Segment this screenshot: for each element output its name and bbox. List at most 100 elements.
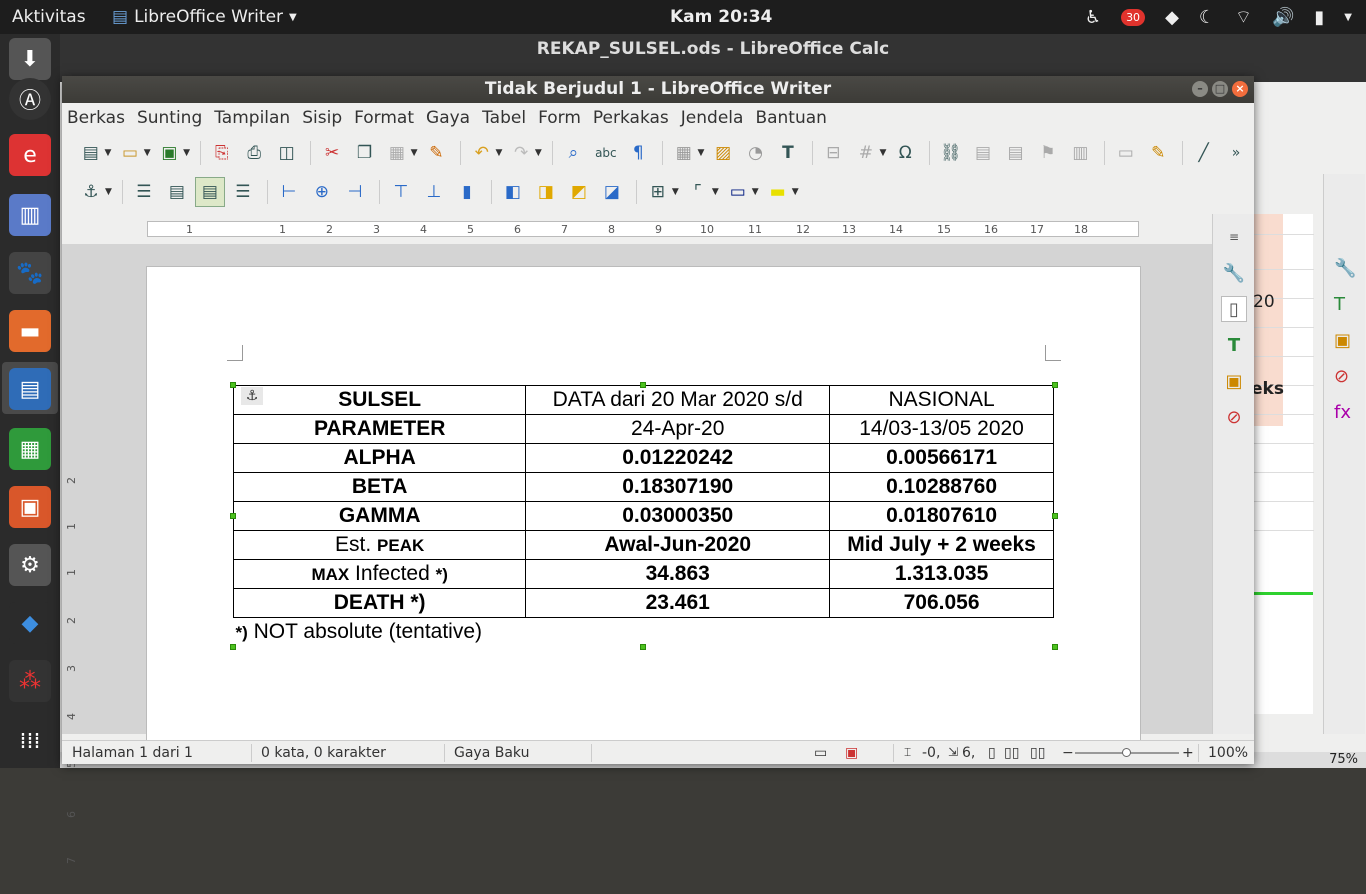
properties-icon[interactable]: 🔧 bbox=[1334, 258, 1356, 279]
properties-icon[interactable]: 🔧 bbox=[1221, 260, 1247, 286]
selection-mode-icon[interactable]: ▭ bbox=[814, 745, 827, 761]
table-cell[interactable]: GAMMA bbox=[232, 501, 527, 531]
table-footnote[interactable]: *) NOT absolute (tentative) bbox=[234, 618, 1054, 647]
app-icon[interactable]: ⁂ bbox=[9, 660, 51, 702]
copy-icon[interactable]: ❐ bbox=[350, 138, 379, 168]
selection-handle[interactable] bbox=[1052, 513, 1058, 519]
page-break-icon[interactable]: ⊟ bbox=[819, 138, 848, 168]
table-cell[interactable]: PARAMETER bbox=[232, 414, 527, 444]
menu-item-0[interactable]: Berkas bbox=[67, 108, 125, 128]
insert-chart-icon[interactable]: ◔ bbox=[741, 138, 770, 168]
zoom-out-icon[interactable]: − bbox=[1062, 745, 1074, 761]
chevron-down-icon[interactable]: ▼ bbox=[792, 187, 799, 197]
wifi-icon[interactable]: ⌔ bbox=[1235, 6, 1252, 29]
chevron-down-icon[interactable]: ▼ bbox=[144, 148, 151, 158]
find-replace-icon[interactable]: ⌕ bbox=[559, 138, 588, 168]
table-cell[interactable]: SULSEL bbox=[232, 385, 527, 415]
table-cell[interactable]: NASIONAL bbox=[829, 385, 1054, 415]
chevron-down-icon[interactable]: ▼ bbox=[697, 148, 704, 158]
menu-item-1[interactable]: Sunting bbox=[137, 108, 202, 128]
redo-icon[interactable]: ↷ bbox=[506, 138, 535, 168]
settings-icon[interactable]: ⚙ bbox=[9, 544, 51, 586]
wrap-page-icon[interactable]: ▤ bbox=[162, 177, 192, 207]
insert-table-icon[interactable]: ▦ bbox=[669, 138, 698, 168]
table-cell[interactable]: 24-Apr-20 bbox=[525, 414, 831, 444]
book-view-icon[interactable]: ▯▯ bbox=[1030, 745, 1045, 761]
writer-icon[interactable]: ▤ bbox=[9, 368, 51, 410]
menu-item-2[interactable]: Tampilan bbox=[214, 108, 290, 128]
menu-item-4[interactable]: Format bbox=[354, 108, 414, 128]
to-front-icon[interactable]: ◩ bbox=[564, 177, 594, 207]
gallery-icon[interactable]: ▣ bbox=[1334, 330, 1351, 351]
formatting-marks-icon[interactable]: ¶ bbox=[624, 138, 653, 168]
table-cell[interactable]: 14/03-13/05 2020 bbox=[829, 414, 1054, 444]
multi-page-view-icon[interactable]: ▯▯ bbox=[1004, 745, 1019, 761]
bookmark-icon[interactable]: ⚑ bbox=[1033, 138, 1062, 168]
hyperlink-icon[interactable]: ⛓ bbox=[936, 138, 965, 168]
chevron-down-icon[interactable]: ▼ bbox=[535, 148, 542, 158]
minimize-icon[interactable]: – bbox=[1192, 81, 1208, 97]
special-character-icon[interactable]: Ω bbox=[890, 138, 919, 168]
table-cell[interactable]: 0.03000350 bbox=[525, 501, 831, 531]
vertical-ruler[interactable]: 211234567 bbox=[64, 434, 82, 894]
comment-icon[interactable]: ▭ bbox=[1111, 138, 1140, 168]
menu-item-9[interactable]: Jendela bbox=[681, 108, 744, 128]
software-updater-icon[interactable]: ⬇ bbox=[9, 38, 51, 80]
power-menu-icon[interactable]: ▼ bbox=[1344, 12, 1352, 23]
anchor-icon[interactable]: ⚓ bbox=[76, 177, 106, 207]
zoom-level[interactable]: 100% bbox=[1208, 745, 1248, 761]
border-color-icon[interactable]: ▭ bbox=[723, 177, 753, 207]
insert-field-icon[interactable]: # bbox=[851, 138, 880, 168]
writer-titlebar[interactable]: Tidak Berjudul 1 - LibreOffice Writer – … bbox=[62, 76, 1254, 103]
table-cell[interactable]: 34.863 bbox=[525, 559, 831, 589]
menu-item-10[interactable]: Bantuan bbox=[755, 108, 827, 128]
table-cell[interactable]: Mid July + 2 weeks bbox=[829, 530, 1054, 560]
styles-icon[interactable]: T bbox=[1221, 332, 1247, 358]
navigator-icon[interactable]: ⊘ bbox=[1221, 404, 1247, 430]
chevron-down-icon[interactable]: ▼ bbox=[712, 187, 719, 197]
gimp-icon[interactable]: 🐾 bbox=[9, 252, 51, 294]
chevron-down-icon[interactable]: ▼ bbox=[411, 148, 418, 158]
show-apps-icon[interactable]: ⁞⁞⁞ bbox=[9, 720, 51, 762]
endnote-icon[interactable]: ▤ bbox=[1001, 138, 1030, 168]
paste-icon[interactable]: ▦ bbox=[382, 138, 411, 168]
menu-item-5[interactable]: Gaya bbox=[426, 108, 470, 128]
anchor-icon[interactable]: ⚓ bbox=[241, 387, 263, 405]
table-cell[interactable]: 1.313.035 bbox=[829, 559, 1054, 589]
chevron-down-icon[interactable]: ▼ bbox=[495, 148, 502, 158]
cross-reference-icon[interactable]: ▥ bbox=[1066, 138, 1095, 168]
to-back-icon[interactable]: ◪ bbox=[597, 177, 627, 207]
save-icon[interactable]: ▣ bbox=[155, 138, 184, 168]
notification-badge[interactable]: 30 bbox=[1121, 9, 1146, 26]
backup-icon[interactable]: Ⓐ bbox=[9, 78, 51, 120]
align-right-icon[interactable]: ⊣ bbox=[340, 177, 370, 207]
print-preview-icon[interactable]: ◫ bbox=[272, 138, 301, 168]
close-icon[interactable]: × bbox=[1232, 81, 1248, 97]
chevron-down-icon[interactable]: ▼ bbox=[672, 187, 679, 197]
selection-handle[interactable] bbox=[1052, 382, 1058, 388]
table-cell[interactable]: DATA dari 20 Mar 2020 s/d bbox=[525, 385, 831, 415]
border-style-icon[interactable]: ⌜ bbox=[683, 177, 713, 207]
bring-forward-icon[interactable]: ◧ bbox=[498, 177, 528, 207]
dropbox-icon[interactable]: ◆ bbox=[9, 602, 51, 644]
calc-zoom[interactable]: 75% bbox=[1329, 752, 1358, 767]
table-cell[interactable]: BETA bbox=[232, 472, 527, 502]
align-center-icon[interactable]: ⊕ bbox=[307, 177, 337, 207]
menu-item-3[interactable]: Sisip bbox=[302, 108, 342, 128]
table-cell[interactable]: 23.461 bbox=[525, 588, 831, 618]
clock[interactable]: Kam 20:34 bbox=[670, 7, 772, 27]
track-changes-icon[interactable]: ✎ bbox=[1144, 138, 1173, 168]
menu-item-8[interactable]: Perkakas bbox=[593, 108, 669, 128]
activities-button[interactable]: Aktivitas bbox=[12, 7, 86, 27]
sidebar-menu-icon[interactable]: ≡ bbox=[1221, 224, 1247, 250]
navigator-icon[interactable]: ⊘ bbox=[1334, 366, 1349, 387]
page-icon[interactable]: ▯ bbox=[1221, 296, 1247, 322]
selection-handle[interactable] bbox=[640, 382, 646, 388]
selection-handle[interactable] bbox=[1052, 644, 1058, 650]
more-icon[interactable]: » bbox=[1221, 138, 1250, 168]
chevron-down-icon[interactable]: ▼ bbox=[752, 187, 759, 197]
page-count[interactable]: Halaman 1 dari 1 bbox=[72, 745, 193, 761]
files-viewer-icon[interactable]: ▥ bbox=[9, 194, 51, 236]
files-icon[interactable]: ▬ bbox=[9, 310, 51, 352]
chevron-down-icon[interactable]: ▼ bbox=[183, 148, 190, 158]
